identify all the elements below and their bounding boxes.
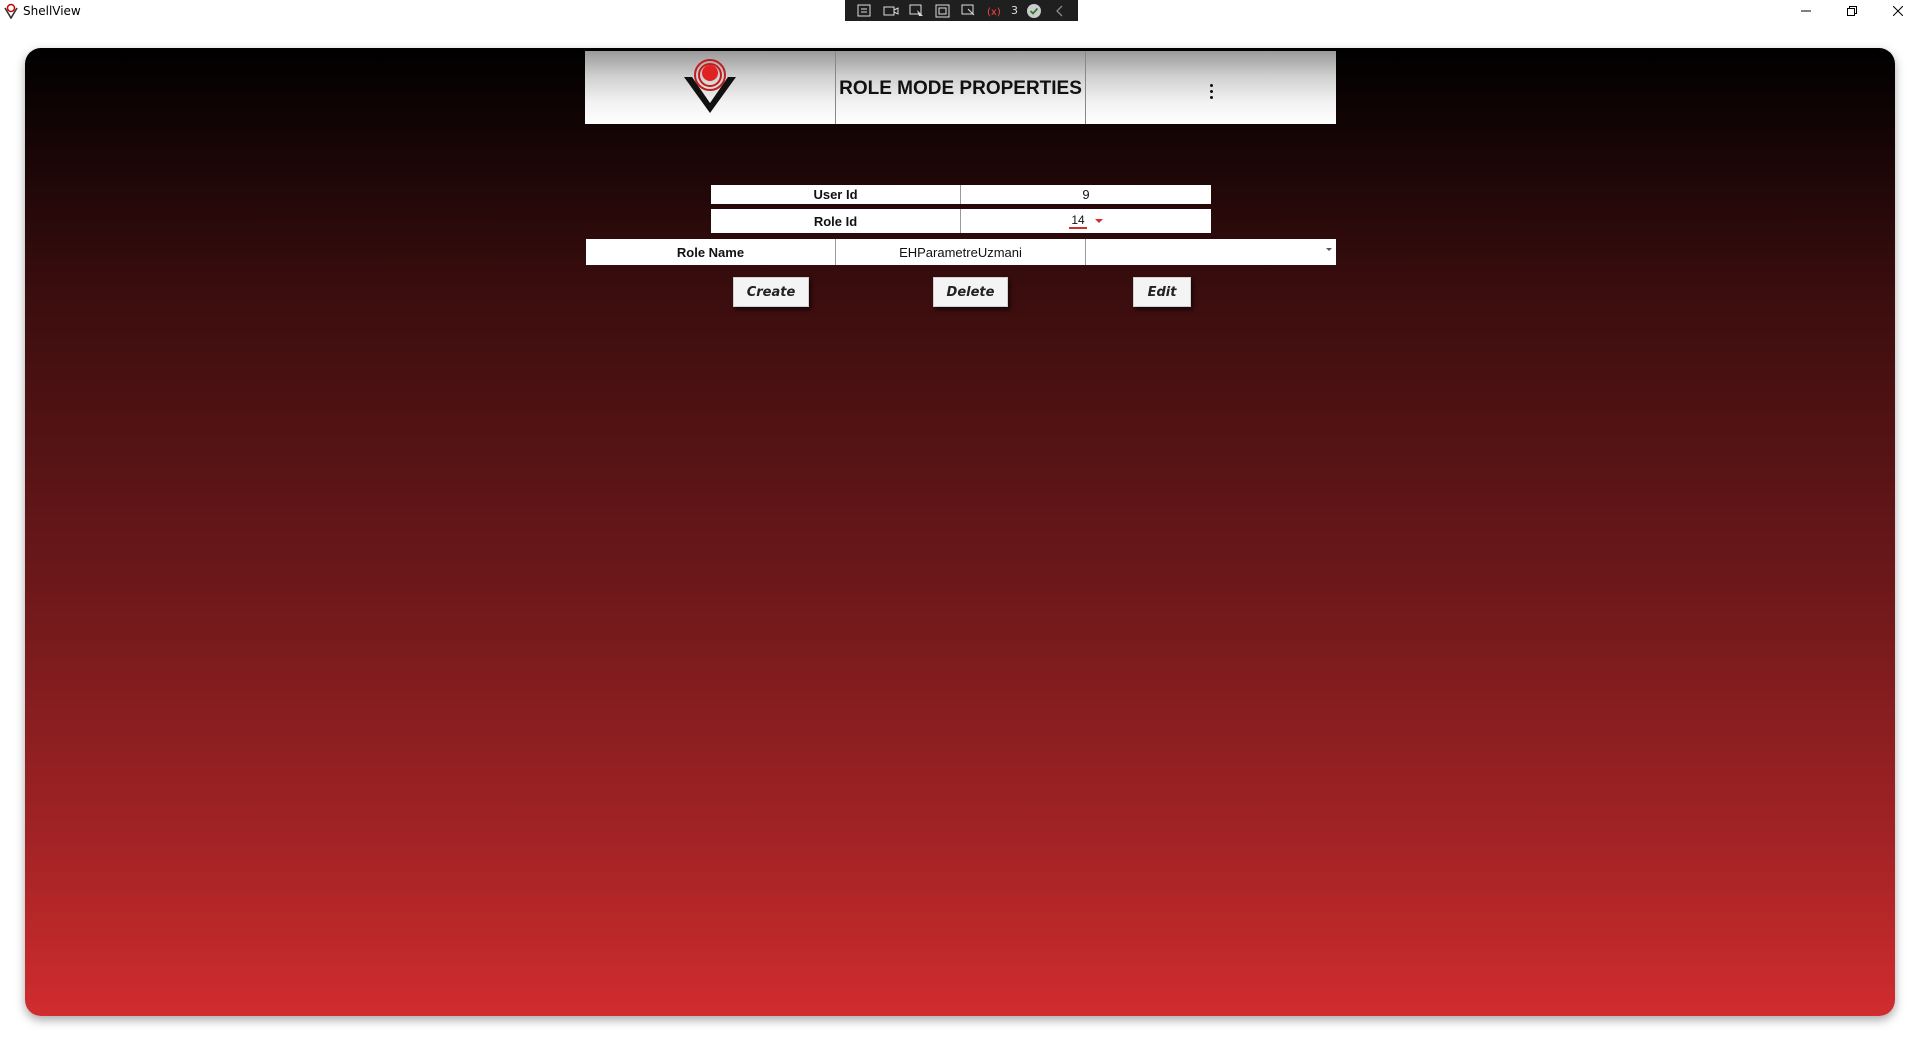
role-id-value: 14 [1069, 213, 1087, 229]
binding-failures-count: 3 [1011, 4, 1018, 17]
track-focus-icon[interactable] [959, 3, 979, 19]
select-element-icon[interactable] [907, 3, 927, 19]
kebab-menu-icon[interactable] [1209, 84, 1213, 99]
display-layout-adorners-icon[interactable] [933, 3, 953, 19]
xaml-debug-toolbar: (x) 3 [845, 0, 1078, 21]
create-button[interactable]: Create [733, 277, 809, 307]
user-id-row: User Id 9 [711, 185, 1211, 204]
binding-failures-icon[interactable]: (x) [985, 3, 1005, 19]
restore-icon[interactable] [1829, 0, 1875, 22]
chevron-down-icon [1094, 219, 1103, 223]
role-name-label: Role Name [586, 239, 836, 265]
chevron-down-icon [1326, 248, 1332, 251]
role-id-row: Role Id 14 [711, 209, 1211, 233]
role-name-value: EHParametreUzmani [836, 239, 1086, 265]
role-id-dropdown[interactable]: 14 [961, 209, 1211, 233]
header-bar: ROLE MODE PROPERTIES [585, 51, 1336, 124]
minimize-icon[interactable] [1783, 0, 1829, 22]
edit-button[interactable]: Edit [1133, 277, 1191, 307]
header-title-cell: ROLE MODE PROPERTIES [836, 51, 1086, 124]
red-target-logo [680, 55, 740, 120]
window-titlebar: ShellView (x) 3 [0, 0, 1920, 24]
app-icon [3, 3, 19, 20]
svg-text:(x): (x) [987, 7, 1001, 18]
page-title: ROLE MODE PROPERTIES [839, 77, 1082, 99]
hot-reload-icon[interactable] [1024, 3, 1044, 19]
window-title: ShellView [23, 4, 81, 18]
role-id-label: Role Id [711, 209, 961, 233]
record-icon[interactable] [881, 3, 901, 19]
user-id-value: 9 [961, 185, 1211, 204]
header-logo-cell [585, 51, 836, 124]
main-panel: ROLE MODE PROPERTIES User Id 9 Role Id 1… [25, 48, 1895, 1016]
user-id-label: User Id [711, 185, 961, 204]
header-menu-cell [1086, 51, 1336, 124]
role-name-combobox[interactable] [1086, 239, 1336, 265]
collapse-icon[interactable] [1050, 3, 1070, 19]
delete-button[interactable]: Delete [933, 277, 1008, 307]
role-name-row: Role Name EHParametreUzmani [586, 239, 1336, 265]
live-visual-tree-icon[interactable] [855, 3, 875, 19]
close-icon[interactable] [1875, 0, 1920, 22]
